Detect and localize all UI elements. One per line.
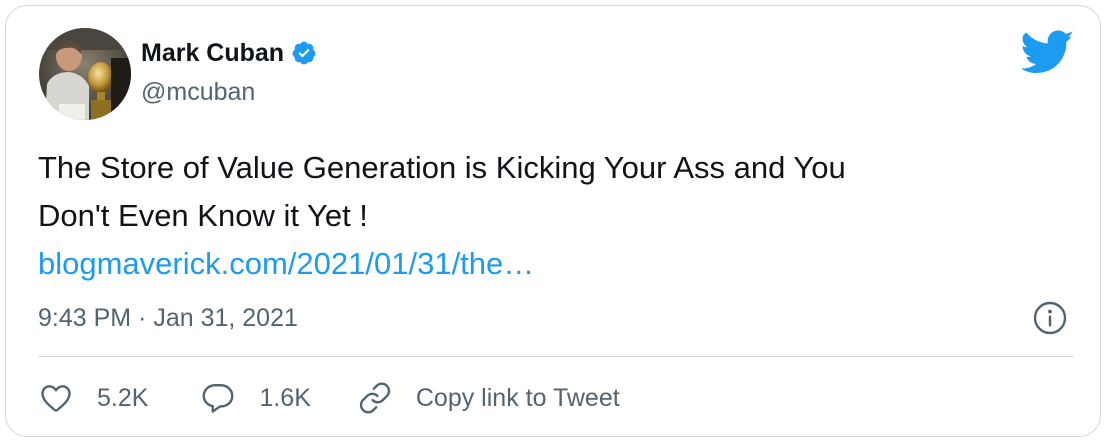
tweet-text-line-1: The Store of Value Generation is Kicking… xyxy=(38,150,846,185)
heart-icon xyxy=(41,385,71,412)
reply-button[interactable]: 1.6K xyxy=(200,380,311,416)
tweet-card: Mark Cuban @mcuban The Store of Value Ge… xyxy=(5,5,1101,437)
copy-link-button[interactable]: Copy link to Tweet xyxy=(357,380,620,416)
divider xyxy=(38,356,1074,357)
avatar[interactable] xyxy=(39,28,131,120)
tweet-text-line-2: Don't Even Know it Yet ! xyxy=(38,198,368,233)
info-icon[interactable] xyxy=(1031,299,1069,337)
tweet-link[interactable]: blogmaverick.com/2021/01/31/the… xyxy=(38,240,1058,288)
like-button[interactable]: 5.2K xyxy=(38,380,148,416)
copy-link-label: Copy link to Tweet xyxy=(415,383,620,412)
like-count: 5.2K xyxy=(97,383,149,412)
verified-badge-icon xyxy=(291,40,317,66)
link-icon xyxy=(359,382,391,414)
display-name[interactable]: Mark Cuban xyxy=(141,37,284,69)
author-handle[interactable]: @mcuban xyxy=(141,76,255,108)
tweet-body: The Store of Value Generation is Kicking… xyxy=(38,144,1058,288)
action-bar: 5.2K 1.6K Copy link to Tweet xyxy=(38,378,620,418)
reply-count: 1.6K xyxy=(259,383,311,412)
author-name-row[interactable]: Mark Cuban xyxy=(141,37,317,69)
reply-bubble-icon xyxy=(202,384,234,413)
twitter-bird-icon[interactable] xyxy=(1020,30,1074,74)
tweet-timestamp[interactable]: 9:43 PM · Jan 31, 2021 xyxy=(38,302,298,334)
